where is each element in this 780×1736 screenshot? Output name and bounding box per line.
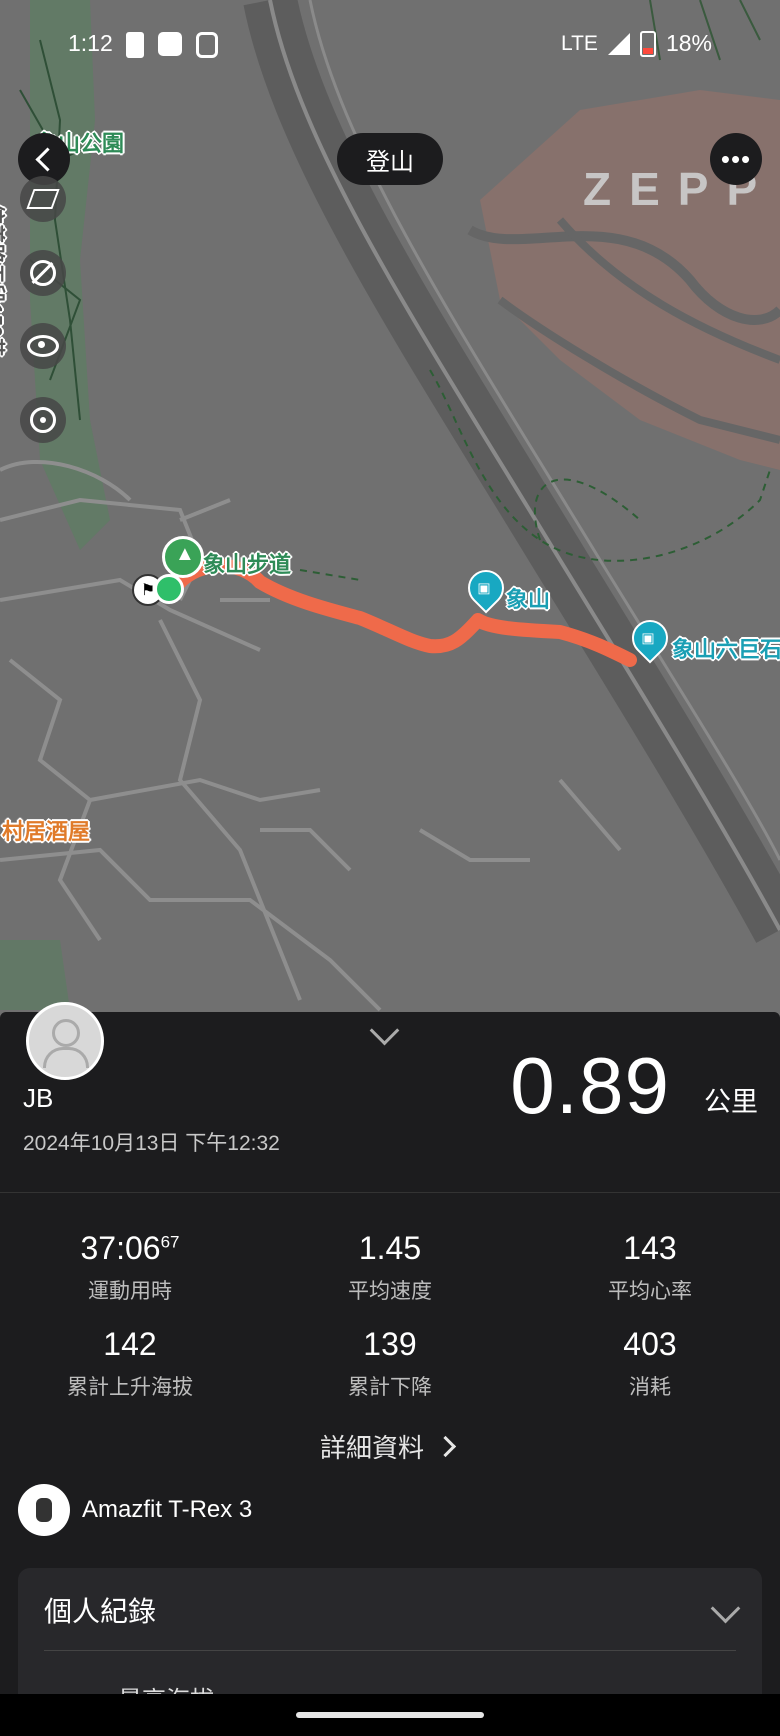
watch-icon — [196, 32, 218, 58]
user-name: JB — [23, 1083, 54, 1113]
map-label-restaurant: 村居酒屋 — [2, 819, 91, 844]
distance-unit: 公里 — [704, 1087, 758, 1117]
camera-icon: ▣ — [641, 629, 655, 646]
stat-value: 403 — [623, 1326, 677, 1362]
locate-button[interactable] — [20, 397, 66, 443]
records-title: 個人紀錄 — [44, 1596, 157, 1627]
device-icon — [18, 1484, 70, 1536]
stat-label: 平均心率 — [608, 1280, 692, 1303]
map-label-peak: 象山 — [506, 587, 551, 612]
stat-duration: 37:0667 運動用時 — [20, 1230, 240, 1305]
map-label-road: 信義路五段150巷 — [0, 203, 6, 358]
chevron-down-icon — [710, 1593, 741, 1624]
stat-label: 運動用時 — [88, 1280, 172, 1303]
app-root: ▲ ⚑ ▣ ▣ 象山公園 象山步道 象山 象山六巨石 村居酒屋 信義路五段150… — [0, 0, 780, 1736]
end-dot-marker — [154, 574, 184, 604]
stat-value: 1.45 — [358, 1230, 422, 1266]
stat-avg-heart-rate: 143 平均心率 — [540, 1230, 760, 1305]
stat-sup: 67 — [160, 1232, 180, 1252]
home-gesture-handle[interactable] — [296, 1712, 484, 1718]
status-time: 1:12 — [68, 30, 113, 56]
hiker-icon: ▲ — [175, 543, 195, 565]
map-layer-icon — [26, 189, 60, 209]
activity-date: 2024年10月13日 下午12:32 — [23, 1132, 280, 1155]
camera-icon: ▣ — [477, 579, 491, 596]
start-marker[interactable]: ▲ — [162, 536, 204, 578]
device-name: Amazfit T-Rex 3 — [82, 1496, 253, 1523]
crosshair-icon — [30, 407, 56, 433]
hide-route-button[interactable] — [20, 250, 66, 296]
user-silhouette-icon — [52, 1019, 80, 1047]
stat-label: 累計下降 — [348, 1376, 432, 1399]
view-toggle-button[interactable] — [20, 323, 66, 369]
details-label: 詳細資料 — [320, 1433, 425, 1463]
divider — [0, 1192, 780, 1193]
stat-value: 139 — [363, 1326, 417, 1362]
battery-percent: 18% — [665, 30, 712, 56]
records-divider — [44, 1650, 736, 1651]
chevron-down-icon — [369, 1015, 400, 1046]
stat-ascent: 142 累計上升海拔 — [20, 1326, 240, 1401]
map-style-button[interactable] — [20, 176, 66, 222]
activity-type-pill[interactable]: 登山 — [337, 133, 443, 185]
stat-calories: 403 消耗 — [540, 1326, 760, 1401]
records-expand-button[interactable] — [710, 1593, 741, 1624]
app-square-icon — [158, 32, 182, 56]
more-dots-icon: ••• — [720, 144, 752, 174]
collapse-sheet-button[interactable] — [369, 1015, 400, 1046]
more-options-button[interactable]: ••• — [710, 133, 762, 185]
map-label-trail: 象山步道 — [203, 552, 292, 577]
map-label-six-rocks: 象山六巨石 — [672, 637, 780, 662]
status-bar: 1:12 LTE 18% — [0, 24, 780, 64]
network-type: LTE — [560, 31, 598, 55]
route-off-icon — [30, 260, 56, 286]
battery-saver-icon — [126, 32, 144, 58]
signal-icon — [607, 32, 630, 55]
battery-icon — [639, 30, 656, 57]
distance-value: 0.89 — [510, 1041, 670, 1130]
stat-avg-speed: 1.45 平均速度 — [280, 1230, 500, 1305]
chevron-left-icon — [34, 146, 60, 172]
checkered-flag-icon: ⚑ — [140, 582, 156, 599]
chevron-right-icon — [434, 1435, 457, 1458]
smartwatch-icon — [36, 1498, 52, 1522]
stat-descent: 139 累計下降 — [280, 1326, 500, 1401]
avatar[interactable] — [26, 1002, 104, 1080]
eye-icon — [27, 335, 59, 357]
stat-label: 消耗 — [629, 1376, 671, 1399]
stat-value: 142 — [103, 1326, 157, 1362]
stat-label: 累計上升海拔 — [67, 1376, 193, 1399]
stat-label: 平均速度 — [348, 1280, 432, 1303]
stat-value: 143 — [623, 1230, 677, 1266]
stat-value: 37:06 — [80, 1230, 161, 1266]
details-link[interactable]: 詳細資料 — [320, 1428, 457, 1465]
